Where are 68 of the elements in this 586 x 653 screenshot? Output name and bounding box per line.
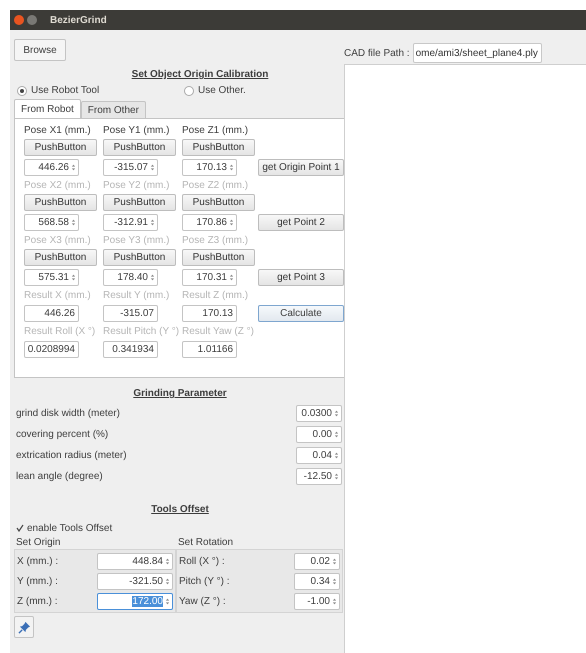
- spin-box[interactable]: 0.34: [294, 572, 340, 590]
- push-button[interactable]: PushButton: [103, 139, 176, 156]
- spin-box[interactable]: -1.00: [294, 592, 340, 610]
- field-label: Pose Y1 (mm.): [103, 124, 170, 138]
- close-icon[interactable]: [14, 15, 24, 25]
- field-label: Result Pitch (Y °): [103, 324, 180, 338]
- value-field: 1.01166: [182, 340, 237, 358]
- spin-box[interactable]: 446.26: [24, 158, 79, 176]
- radio-label: Use Robot Tool: [31, 84, 100, 98]
- spin-box[interactable]: -315.07: [103, 158, 158, 176]
- push-button[interactable]: get Origin Point 1: [258, 158, 344, 176]
- spin-box[interactable]: -321.50: [97, 572, 173, 590]
- field-label: Pose Y2 (mm.): [103, 178, 170, 192]
- value-field: 0.0208994: [24, 340, 79, 358]
- value-field: 170.13: [182, 304, 237, 322]
- section-title: Grinding Parameter: [132, 387, 228, 400]
- field-label: Pose X1 (mm.): [24, 124, 92, 138]
- section-title: Tools Offset: [150, 503, 210, 516]
- minimize-icon[interactable]: [27, 15, 37, 25]
- field-label: Yaw (Z °) :: [179, 594, 226, 608]
- radio-button[interactable]: [17, 86, 27, 96]
- field-label: Pose Z1 (mm.): [182, 124, 250, 138]
- pin-icon: [18, 620, 30, 634]
- group-title: Set Origin: [15, 536, 62, 549]
- field-label: Result Roll (X °): [24, 324, 96, 338]
- spin-box[interactable]: 170.13: [182, 158, 237, 176]
- field-label: Result Yaw (Z °): [182, 324, 255, 338]
- parameter-label: covering percent (%): [16, 428, 108, 442]
- spin-box[interactable]: -12.50: [296, 468, 342, 484]
- parameter-label: grind disk width (meter): [16, 406, 120, 420]
- spin-box[interactable]: 448.84: [97, 552, 173, 570]
- cad-path-field[interactable]: ome/ami3/sheet_plane4.ply: [412, 43, 542, 63]
- field-label: Pose Z3 (mm.): [182, 234, 250, 248]
- spin-box[interactable]: 0.0300: [296, 404, 342, 422]
- field-label: Pitch (Y °) :: [179, 574, 230, 588]
- pin-button[interactable]: [14, 616, 34, 638]
- field-label: Y (mm.) :: [17, 574, 58, 588]
- value-field: 446.26: [24, 304, 79, 322]
- radio-label: Use Other.: [198, 84, 246, 98]
- push-button[interactable]: PushButton: [182, 139, 255, 156]
- section-title: Set Object Origin Calibration: [130, 68, 270, 81]
- window-title: BezierGrind: [50, 14, 107, 28]
- radio-button[interactable]: [184, 86, 194, 96]
- field-label: Pose X2 (mm.): [24, 178, 92, 192]
- cad-path-label: CAD file Path :: [344, 46, 410, 60]
- push-button[interactable]: PushButton: [24, 139, 97, 156]
- field-label: Pose X3 (mm.): [24, 234, 92, 248]
- group-title: Set Rotation: [177, 536, 234, 549]
- value-field: 0.341934: [103, 340, 158, 358]
- value-field: -315.07: [103, 304, 158, 322]
- field-label: Result Y (mm.): [103, 288, 170, 302]
- field-label: Result Z (mm.): [182, 288, 250, 302]
- spin-box[interactable]: 0.02: [294, 552, 340, 570]
- browse-button[interactable]: Browse: [14, 39, 66, 61]
- field-label: Pose Z2 (mm.): [182, 178, 250, 192]
- field-label: Pose Y3 (mm.): [103, 234, 170, 248]
- field-label: X (mm.) :: [17, 554, 58, 568]
- parameter-label: lean angle (degree): [16, 470, 103, 484]
- spin-box[interactable]: 0.04: [296, 446, 342, 464]
- tab[interactable]: From Robot: [14, 99, 81, 118]
- checkbox[interactable]: [16, 524, 24, 532]
- parameter-label: extrication radius (meter): [16, 448, 127, 462]
- field-label: Roll (X °) :: [179, 554, 225, 568]
- checkbox-label: enable Tools Offset: [27, 522, 112, 536]
- spin-box[interactable]: 0.00: [296, 426, 342, 442]
- field-label: Result X (mm.): [24, 288, 92, 302]
- field-label: Z (mm.) :: [17, 594, 58, 608]
- tab[interactable]: From Other: [80, 101, 146, 118]
